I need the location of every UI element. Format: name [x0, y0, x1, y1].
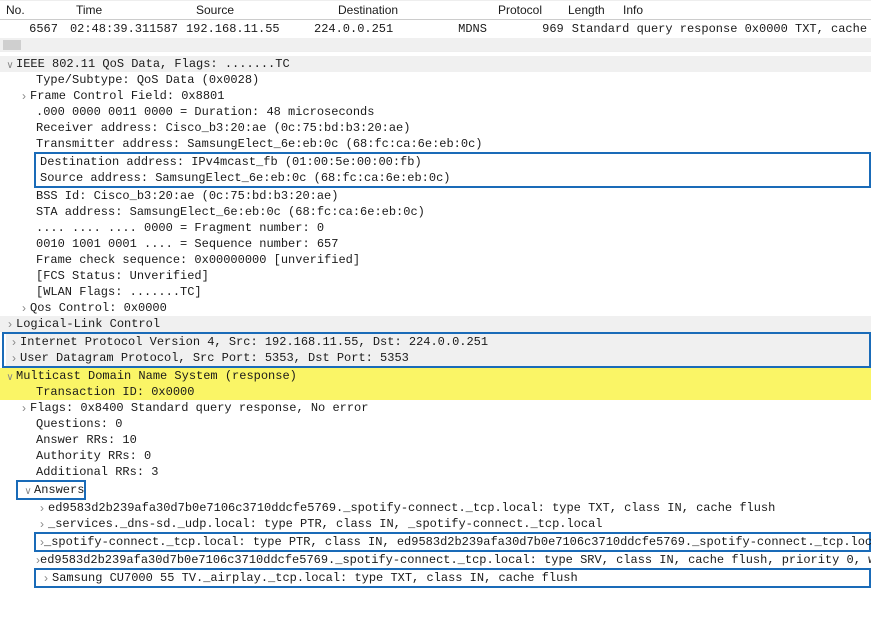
tree-item[interactable]: Authority RRs: 0: [0, 448, 871, 464]
tree-mdns[interactable]: Multicast Domain Name System (response): [0, 368, 871, 384]
tree-item[interactable]: Additional RRs: 3: [0, 464, 871, 480]
tree-answer-item-highlighted[interactable]: _spotify-connect._tcp.local: type PTR, c…: [38, 534, 869, 550]
tree-udp[interactable]: User Datagram Protocol, Src Port: 5353, …: [6, 350, 869, 366]
tree-item[interactable]: [WLAN Flags: .......TC]: [0, 284, 871, 300]
packet-dest: 224.0.0.251: [310, 20, 454, 38]
tree-item[interactable]: Frame Control Field: 0x8801: [0, 88, 871, 104]
packet-length: 969: [518, 20, 568, 38]
tree-item[interactable]: 0010 1001 0001 .... = Sequence number: 6…: [0, 236, 871, 252]
packet-list-header: No. Time Source Destination Protocol Len…: [0, 0, 871, 20]
tree-item[interactable]: Qos Control: 0x0000: [0, 300, 871, 316]
tree-item[interactable]: Answer RRs: 10: [0, 432, 871, 448]
tree-item[interactable]: [FCS Status: Unverified]: [0, 268, 871, 284]
packet-row[interactable]: 6567 02:48:39.311587 192.168.11.55 224.0…: [0, 20, 871, 38]
packet-no: 6567: [2, 20, 66, 38]
tree-item[interactable]: Receiver address: Cisco_b3:20:ae (0c:75:…: [0, 120, 871, 136]
tree-item[interactable]: Flags: 0x8400 Standard query response, N…: [0, 400, 871, 416]
expand-icon[interactable]: [18, 301, 30, 315]
col-dest[interactable]: Destination: [334, 1, 494, 19]
tree-item[interactable]: BSS Id: Cisco_b3:20:ae (0c:75:bd:b3:20:a…: [0, 188, 871, 204]
tree-answer-item[interactable]: ed9583d2b239afa30d7b0e7106c3710ddcfe5769…: [0, 552, 871, 568]
packet-proto: MDNS: [454, 20, 518, 38]
tree-item[interactable]: Transmitter address: SamsungElect_6e:eb:…: [0, 136, 871, 152]
expand-icon[interactable]: [4, 57, 16, 71]
tree-item[interactable]: Questions: 0: [0, 416, 871, 432]
tree-item[interactable]: Type/Subtype: QoS Data (0x0028): [0, 72, 871, 88]
col-info[interactable]: Info: [619, 1, 871, 19]
expand-icon[interactable]: [8, 335, 20, 349]
col-time[interactable]: Time: [72, 1, 192, 19]
tree-answer-item[interactable]: ed9583d2b239afa30d7b0e7106c3710ddcfe5769…: [0, 500, 871, 516]
col-proto[interactable]: Protocol: [494, 1, 564, 19]
expand-icon[interactable]: [36, 501, 48, 515]
tree-item-highlighted[interactable]: Destination address: IPv4mcast_fb (01:00…: [38, 154, 869, 170]
tree-answers[interactable]: Answers: [20, 482, 84, 498]
tree-answer-item[interactable]: _services._dns-sd._udp.local: type PTR, …: [0, 516, 871, 532]
expand-icon[interactable]: [18, 401, 30, 415]
expand-icon[interactable]: [18, 89, 30, 103]
tree-label: IEEE 802.11 QoS Data, Flags: .......TC: [16, 57, 290, 71]
expand-icon[interactable]: [4, 369, 16, 383]
packet-details-pane: IEEE 802.11 QoS Data, Flags: .......TC T…: [0, 52, 871, 588]
packet-source: 192.168.11.55: [182, 20, 310, 38]
tree-item[interactable]: .000 0000 0011 0000 = Duration: 48 micro…: [0, 104, 871, 120]
expand-icon[interactable]: [4, 317, 16, 331]
packet-time: 02:48:39.311587: [66, 20, 182, 38]
tree-item[interactable]: .... .... .... 0000 = Fragment number: 0: [0, 220, 871, 236]
tree-ieee-header[interactable]: IEEE 802.11 QoS Data, Flags: .......TC: [0, 56, 871, 72]
col-no[interactable]: No.: [2, 1, 72, 19]
col-length[interactable]: Length: [564, 1, 619, 19]
tree-item[interactable]: STA address: SamsungElect_6e:eb:0c (68:f…: [0, 204, 871, 220]
expand-icon[interactable]: [8, 351, 20, 365]
horizontal-scrollbar[interactable]: [0, 38, 871, 52]
tree-ip[interactable]: Internet Protocol Version 4, Src: 192.16…: [6, 334, 869, 350]
expand-icon[interactable]: [40, 571, 52, 585]
col-source[interactable]: Source: [192, 1, 334, 19]
tree-item-highlighted[interactable]: Source address: SamsungElect_6e:eb:0c (6…: [38, 170, 869, 186]
tree-item[interactable]: Frame check sequence: 0x00000000 [unveri…: [0, 252, 871, 268]
packet-info: Standard query response 0x0000 TXT, cach…: [568, 20, 871, 38]
tree-answer-item-highlighted[interactable]: Samsung CU7000 55 TV._airplay._tcp.local…: [38, 570, 869, 586]
expand-icon[interactable]: [36, 517, 48, 531]
tree-llc[interactable]: Logical-Link Control: [0, 316, 871, 332]
tree-item[interactable]: Transaction ID: 0x0000: [0, 384, 871, 400]
expand-icon[interactable]: [22, 483, 34, 497]
